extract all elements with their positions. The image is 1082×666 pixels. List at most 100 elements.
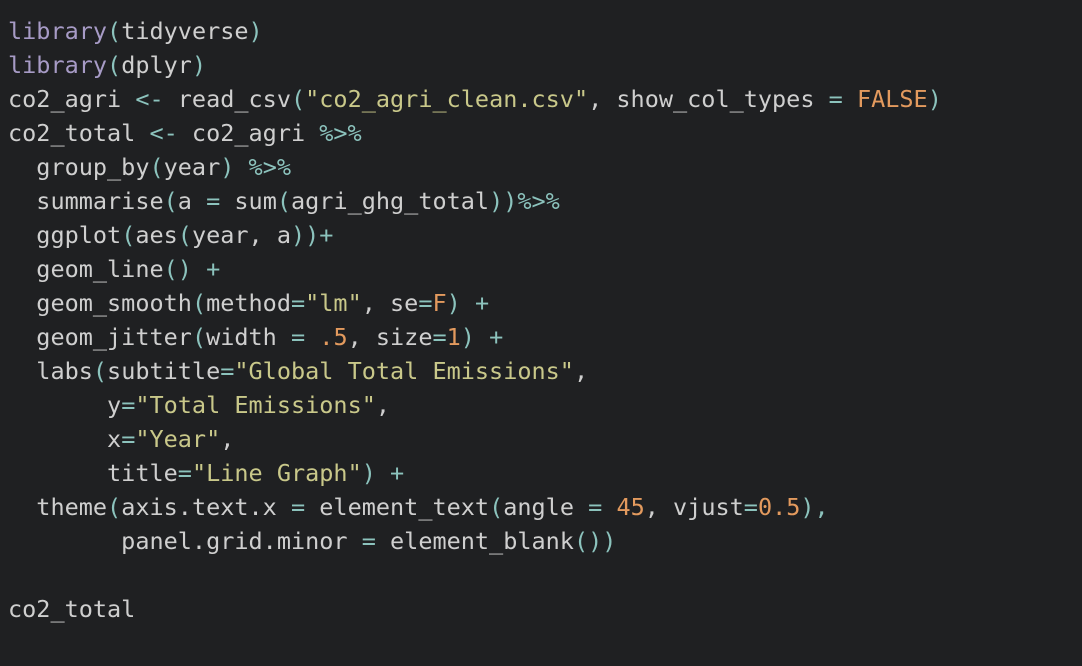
code-line[interactable]: co2_total <- co2_agri %>% [8,116,1074,150]
code-token: "Line Graph" [191,459,362,487]
code-token: = [290,289,306,317]
code-token: ()) [573,527,617,555]
code-line[interactable]: title="Line Graph") + [8,456,1074,490]
code-token: , vjust [644,493,744,521]
code-token: "Year" [135,425,221,453]
code-token: angle [503,493,589,521]
code-token: labs [8,357,93,385]
code-token: ), [800,493,829,521]
code-line[interactable]: geom_line() + [8,252,1074,286]
code-token: a [177,187,207,215]
code-line[interactable]: library(dplyr) [8,48,1074,82]
code-token: subtitle [107,357,221,385]
code-token: <- [135,85,164,113]
code-token: = [290,493,306,521]
code-token: , size [347,323,433,351]
code-line[interactable]: co2_total [8,592,1074,626]
code-token: = [828,85,843,113]
code-line[interactable]: labs(subtitle="Global Total Emissions", [8,354,1074,388]
code-token: = [432,323,447,351]
code-token: ( [191,323,207,351]
code-token: ( [276,187,291,215]
code-token: () [163,255,192,283]
code-token: = [743,493,758,521]
code-token: co2_total [8,119,150,147]
code-line[interactable]: ggplot(aes(year, a))+ [8,218,1074,252]
code-editor[interactable]: library(tidyverse) library(dplyr) co2_agri… [8,14,1074,626]
code-token: "Global Total Emissions" [234,357,574,385]
code-token: , [375,391,391,419]
code-token: 45 [616,493,645,521]
code-line[interactable]: panel.grid.minor = element_blank()) [8,524,1074,558]
code-token: <- [149,119,178,147]
code-token: %>% [248,153,291,181]
code-line[interactable]: summarise(a = sum(agri_ghg_total))%>% [8,184,1074,218]
code-token: theme [8,493,108,521]
code-token: = [121,425,136,453]
code-token: "Total Emissions" [135,391,376,419]
code-token: F [432,289,447,317]
code-token: ggplot [8,221,122,249]
code-token: method [206,289,291,317]
code-token: element_text [305,493,490,521]
code-line[interactable]: theme(axis.text.x = element_text(angle =… [8,490,1074,524]
code-token: ) [191,51,207,79]
code-token: geom_smooth [8,289,192,317]
code-token: axis.text.x [121,493,291,521]
code-token: tidyverse [121,17,249,45]
code-token: ) [248,17,263,45]
code-token: = [206,187,221,215]
code-token: ( [290,85,306,113]
code-token: agri_ghg_total [291,187,490,215]
code-token: = [220,357,235,385]
code-token: sum [220,187,277,215]
code-line[interactable]: group_by(year) %>% [8,150,1074,184]
code-line[interactable]: geom_jitter(width = .5, size=1) + [8,320,1074,354]
code-token: year [163,153,221,181]
code-token: geom_jitter [8,323,192,351]
code-token: ) [220,153,235,181]
code-token: library [8,17,108,45]
code-token: = [121,391,136,419]
code-token: ( [121,221,136,249]
code-token: ) [927,85,942,113]
code-token: , [573,357,589,385]
code-token: group_by [8,153,150,181]
code-token: = [290,323,306,351]
code-token: + [474,289,490,317]
code-token: ))+ [291,221,334,249]
code-line[interactable] [8,558,1074,592]
code-token: summarise [8,187,164,215]
code-token: ( [489,493,504,521]
code-token: ) [361,459,376,487]
code-token: = [418,289,433,317]
code-token: ( [92,357,108,385]
code-token: dplyr [121,51,192,79]
code-line[interactable]: x="Year", [8,422,1074,456]
code-token: library [8,51,108,79]
code-line[interactable]: co2_agri <- read_csv("co2_agri_clean.csv… [8,82,1074,116]
code-token: = [361,527,376,555]
code-token: co2_agri [177,119,320,147]
code-token: year, a [191,221,291,249]
code-token: .5 [319,323,348,351]
code-token: = [177,459,192,487]
code-token: ))%>% [489,187,560,215]
code-token: 1 [446,323,461,351]
code-token: + [390,459,405,487]
code-line[interactable]: geom_smooth(method="lm", se=F) + [8,286,1074,320]
code-token: y [8,391,122,419]
code-token: ( [107,493,122,521]
code-token: ( [163,187,178,215]
code-token: x [8,425,122,453]
code-line[interactable]: library(tidyverse) [8,14,1074,48]
code-token: aes [135,221,178,249]
code-token: ( [107,17,122,45]
code-line[interactable]: y="Total Emissions", [8,388,1074,422]
